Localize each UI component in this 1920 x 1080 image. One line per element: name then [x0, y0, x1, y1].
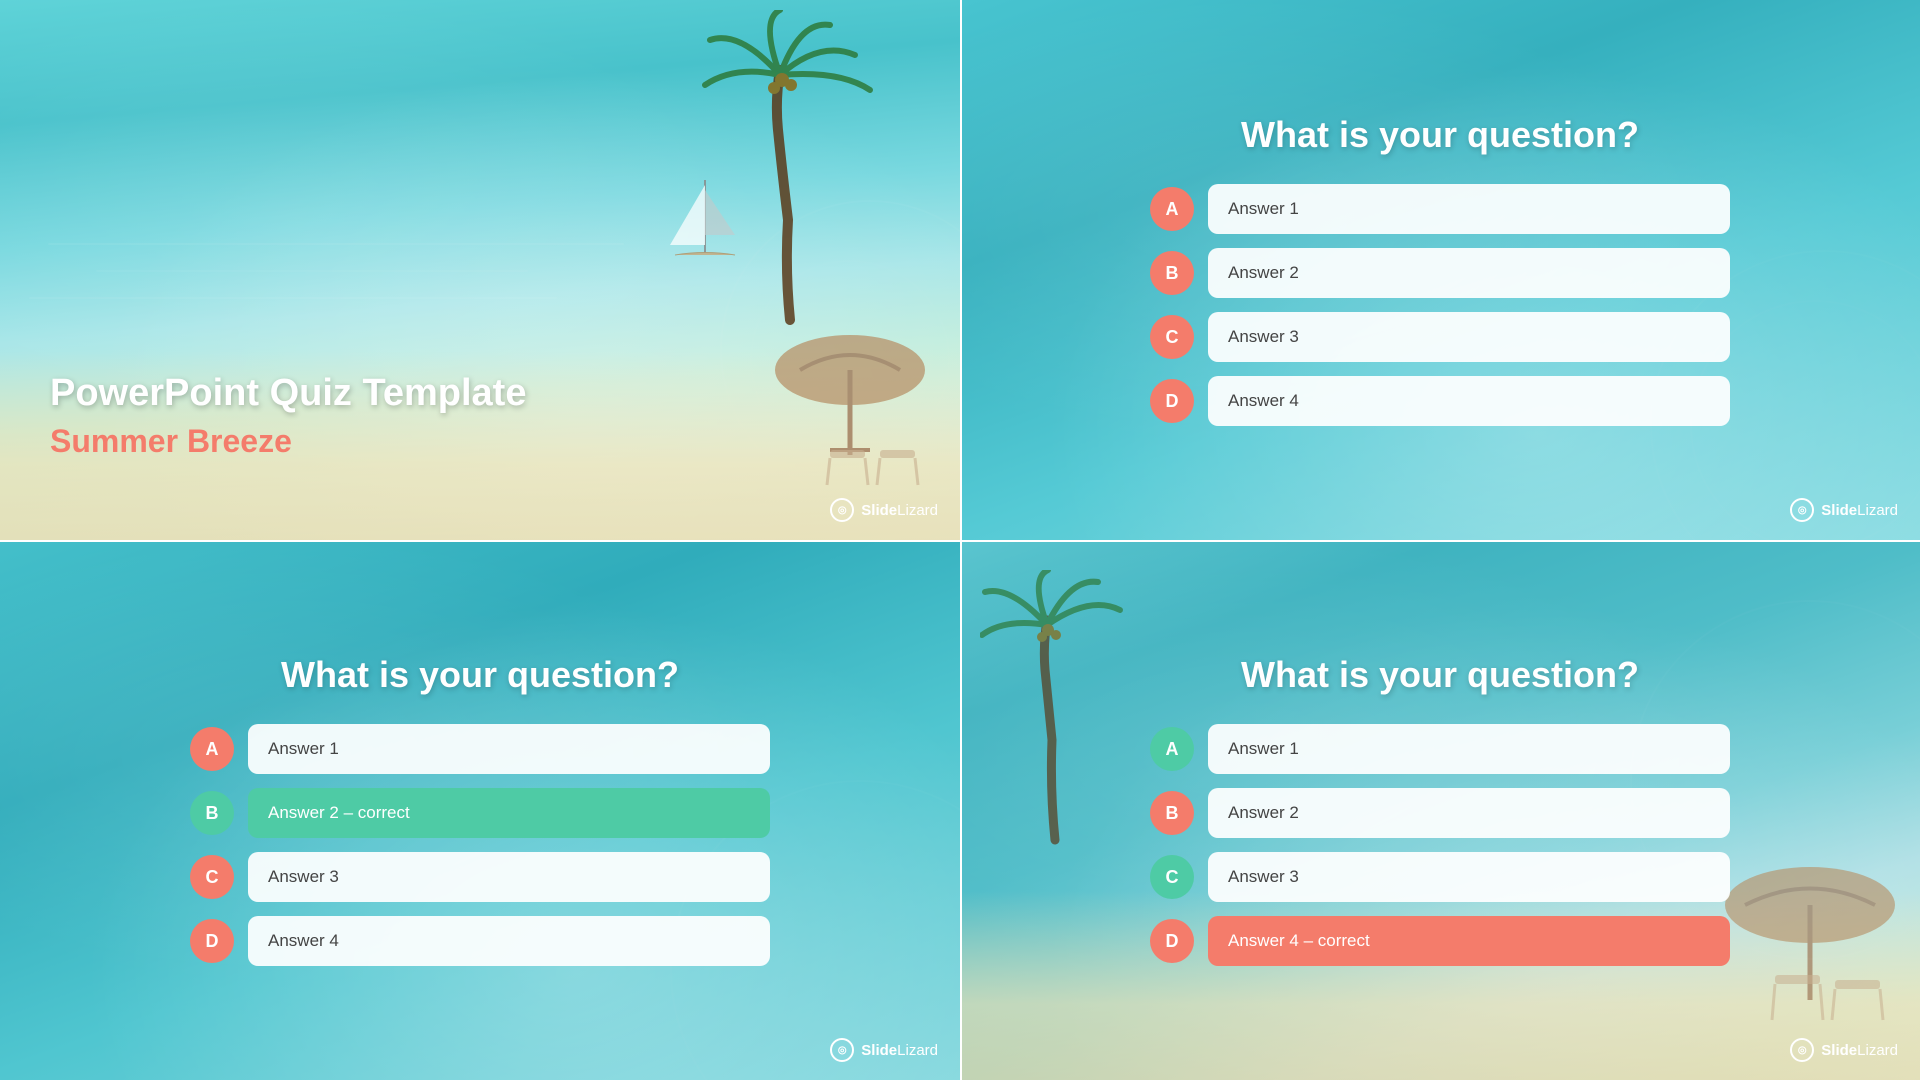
badge-d-3: D: [1150, 919, 1194, 963]
brand-icon-2: ◎: [1790, 498, 1814, 522]
answer-row-3b: B Answer 2: [1150, 788, 1730, 838]
answer-box-2d: Answer 4: [248, 916, 770, 966]
answer-box-3a: Answer 1: [1208, 724, 1730, 774]
answer-box-3c: Answer 3: [1208, 852, 1730, 902]
answer-row-2b: B Answer 2 – correct: [190, 788, 770, 838]
answer-box-1d: Answer 4: [1208, 376, 1730, 426]
answer-row-2c: C Answer 3: [190, 852, 770, 902]
brand-bold-2: Slide: [1821, 502, 1857, 519]
answers-list-2: A Answer 1 B Answer 2 – correct C Answer…: [190, 724, 770, 966]
brand-logo-4: ◎ SlideLizard: [1790, 1038, 1898, 1062]
water-line-2: [96, 270, 528, 272]
badge-a-2: A: [190, 727, 234, 771]
brand-bold-1: Slide: [861, 502, 897, 519]
title-content: PowerPoint Quiz Template Summer Breeze: [50, 371, 910, 460]
brand-text-2: SlideLizard: [1821, 502, 1898, 519]
water-line-1: [48, 243, 624, 245]
quiz-content-2: What is your question? A Answer 1 B Answ…: [0, 540, 960, 1080]
brand-light-3: Lizard: [897, 1042, 938, 1059]
answer-row-3d: D Answer 4 – correct: [1150, 916, 1730, 966]
quiz-title-2: What is your question?: [281, 654, 679, 696]
answers-list-3: A Answer 1 B Answer 2 C Answer 3 D Answe…: [1150, 724, 1730, 966]
answers-list-1: A Answer 1 B Answer 2 C Answer 3 D Answe…: [1150, 184, 1730, 426]
vertical-divider: [960, 0, 962, 1080]
slide-quiz-2: What is your question? A Answer 1 B Answ…: [0, 540, 960, 1080]
badge-c-2: C: [190, 855, 234, 899]
answer-row-1d: D Answer 4: [1150, 376, 1730, 426]
brand-logo-1: ◎ SlideLizard: [830, 498, 938, 522]
water-line-3: [29, 297, 557, 299]
badge-a-3: A: [1150, 727, 1194, 771]
slide-title: PowerPoint Quiz Template Summer Breeze ◎…: [0, 0, 960, 540]
answer-box-3d: Answer 4 – correct: [1208, 916, 1730, 966]
quiz-content-1: What is your question? A Answer 1 B Answ…: [960, 0, 1920, 540]
brand-icon-1: ◎: [830, 498, 854, 522]
answer-box-1b: Answer 2: [1208, 248, 1730, 298]
answer-row-1b: B Answer 2: [1150, 248, 1730, 298]
brand-icon-4: ◎: [1790, 1038, 1814, 1062]
badge-c-3: C: [1150, 855, 1194, 899]
badge-d-2: D: [190, 919, 234, 963]
brand-text-4: SlideLizard: [1821, 1042, 1898, 1059]
slide-quiz-1: What is your question? A Answer 1 B Answ…: [960, 0, 1920, 540]
brand-light-1: Lizard: [897, 502, 938, 519]
brand-text-3: SlideLizard: [861, 1042, 938, 1059]
brand-text-1: SlideLizard: [861, 502, 938, 519]
answer-row-3c: C Answer 3: [1150, 852, 1730, 902]
brand-logo-2: ◎ SlideLizard: [1790, 498, 1898, 522]
answer-row-1c: C Answer 3: [1150, 312, 1730, 362]
sailboat-svg: [660, 170, 750, 280]
answer-box-2c: Answer 3: [248, 852, 770, 902]
brand-bold-3: Slide: [861, 1042, 897, 1059]
badge-b-3: B: [1150, 791, 1194, 835]
answer-box-2a: Answer 1: [248, 724, 770, 774]
answer-row-3a: A Answer 1: [1150, 724, 1730, 774]
answer-box-1a: Answer 1: [1208, 184, 1730, 234]
answer-row-2d: D Answer 4: [190, 916, 770, 966]
badge-d-1: D: [1150, 379, 1194, 423]
answer-box-2b: Answer 2 – correct: [248, 788, 770, 838]
quiz-title-1: What is your question?: [1241, 114, 1639, 156]
brand-light-4: Lizard: [1857, 1042, 1898, 1059]
badge-c-1: C: [1150, 315, 1194, 359]
brand-light-2: Lizard: [1857, 502, 1898, 519]
badge-b-1: B: [1150, 251, 1194, 295]
slide-quiz-3: What is your question? A Answer 1 B Answ…: [960, 540, 1920, 1080]
answer-row-1a: A Answer 1: [1150, 184, 1730, 234]
slide-title-main: PowerPoint Quiz Template: [50, 371, 910, 417]
quiz-content-3: What is your question? A Answer 1 B Answ…: [960, 540, 1920, 1080]
brand-bold-4: Slide: [1821, 1042, 1857, 1059]
answer-box-1c: Answer 3: [1208, 312, 1730, 362]
answer-box-3b: Answer 2: [1208, 788, 1730, 838]
slide-title-sub: Summer Breeze: [50, 423, 910, 460]
brand-logo-3: ◎ SlideLizard: [830, 1038, 938, 1062]
quiz-title-3: What is your question?: [1241, 654, 1639, 696]
badge-b-2: B: [190, 791, 234, 835]
brand-icon-3: ◎: [830, 1038, 854, 1062]
answer-row-2a: A Answer 1: [190, 724, 770, 774]
badge-a-1: A: [1150, 187, 1194, 231]
